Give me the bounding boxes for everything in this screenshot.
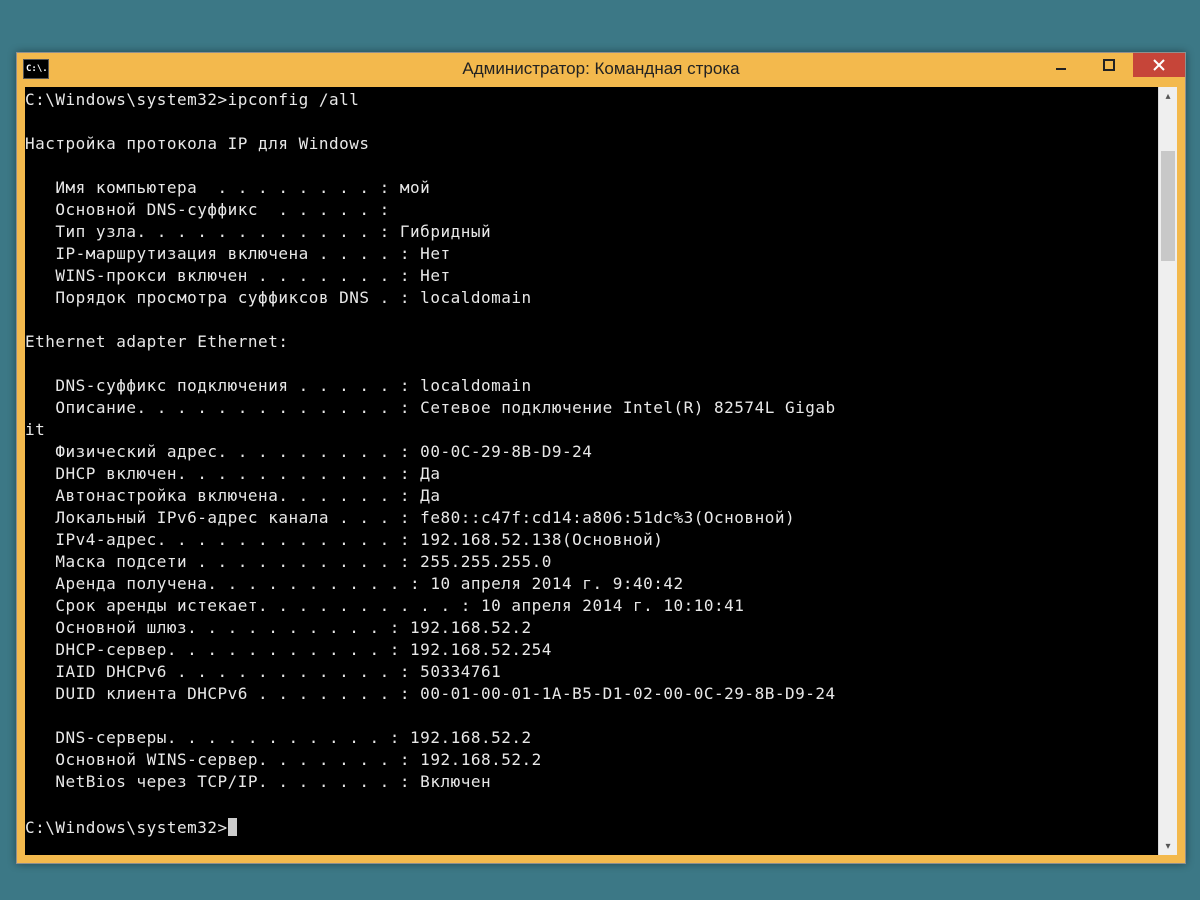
cmd-icon: C:\. [23, 59, 49, 79]
client-area: C:\Windows\system32>ipconfig /all Настро… [25, 87, 1177, 855]
scroll-up-arrow-icon[interactable]: ▴ [1159, 87, 1177, 105]
close-button[interactable] [1133, 53, 1185, 77]
maximize-button[interactable] [1085, 53, 1133, 77]
terminal-output[interactable]: C:\Windows\system32>ipconfig /all Настро… [25, 87, 1158, 855]
vertical-scrollbar[interactable]: ▴ ▾ [1158, 87, 1177, 855]
titlebar[interactable]: C:\. Администратор: Командная строка [17, 53, 1185, 85]
window-buttons [1037, 53, 1185, 77]
minimize-button[interactable] [1037, 53, 1085, 77]
scroll-thumb[interactable] [1161, 151, 1175, 261]
scroll-down-arrow-icon[interactable]: ▾ [1159, 837, 1177, 855]
cursor [228, 818, 237, 836]
window-title: Администратор: Командная строка [17, 59, 1185, 79]
command-prompt-window: C:\. Администратор: Командная строка C:\… [16, 52, 1186, 864]
